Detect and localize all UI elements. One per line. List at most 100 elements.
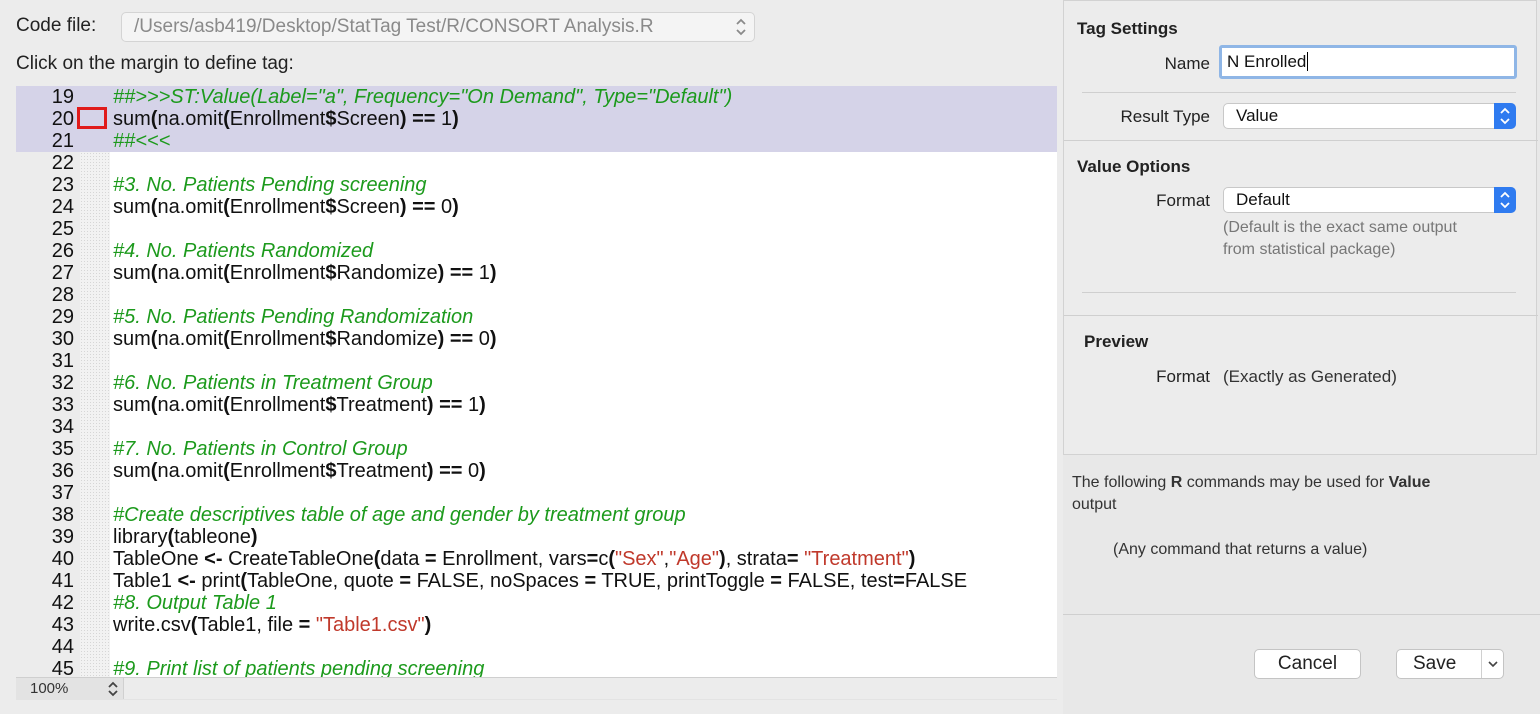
tag-settings-pane: Tag Settings Name N Enrolled Result Type… <box>1063 0 1540 714</box>
code-token: na.omit <box>157 394 224 416</box>
code-token: <- <box>204 548 223 570</box>
code-file-path: /Users/asb419/Desktop/StatTag Test/R/CON… <box>134 16 654 37</box>
tag-settings-title: Tag Settings <box>1077 19 1178 38</box>
code-token: Table1, file <box>197 614 299 636</box>
code-token: write.csv <box>113 614 191 636</box>
code-token: Treatment <box>336 460 427 482</box>
code-token: ) <box>399 108 407 130</box>
code-line: 31 <box>16 350 1057 372</box>
code-line: 44 <box>16 636 1057 658</box>
code-token: Enrollment <box>229 328 326 350</box>
code-token: FALSE <box>904 570 968 592</box>
code-token: ) <box>489 328 497 350</box>
code-token: Enrollment <box>229 460 326 482</box>
cancel-button[interactable]: Cancel <box>1254 649 1361 679</box>
code-text: Table1 <- print(TableOne, quote = FALSE,… <box>113 570 967 592</box>
code-line: 39 library(tableone) <box>16 526 1057 548</box>
code-token: ( <box>223 328 230 350</box>
line-number: 42 <box>51 592 74 614</box>
split-divider <box>1481 650 1482 678</box>
code-token: Enrollment, vars <box>436 548 587 570</box>
line-number: 38 <box>51 504 74 526</box>
line-number: 44 <box>51 636 74 658</box>
format-label: Format <box>1156 191 1210 210</box>
code-token: CreateTableOne <box>222 548 374 570</box>
chevron-down-icon[interactable] <box>1487 659 1499 669</box>
line-number: 37 <box>51 482 74 504</box>
code-token: Randomize <box>336 328 438 350</box>
code-line: 29 #5. No. Patients Pending Randomization <box>16 306 1057 328</box>
code-token: = <box>786 548 799 570</box>
zoom-level: 100% <box>30 680 69 697</box>
code-line: 37 <box>16 482 1057 504</box>
code-token: "Sex" <box>614 548 664 570</box>
code-token: ( <box>223 394 230 416</box>
margin-hint: Click on the margin to define tag: <box>16 53 294 74</box>
code-token: ) <box>250 526 258 548</box>
code-token: Table1 <box>113 570 178 592</box>
code-token: ) <box>719 548 726 570</box>
code-token: Enrollment <box>229 394 326 416</box>
code-file-select[interactable]: /Users/asb419/Desktop/StatTag Test/R/CON… <box>121 12 755 42</box>
name-input[interactable]: N Enrolled <box>1219 45 1517 79</box>
code-token: na.omit <box>157 328 224 350</box>
zoom-stepper-icon[interactable] <box>106 679 120 699</box>
code-line: 43 write.csv(Table1, file = "Table1.csv") <box>16 614 1057 636</box>
name-value: N Enrolled <box>1227 52 1307 71</box>
code-token: == <box>449 328 474 350</box>
code-line: 23 #3. No. Patients Pending screening <box>16 174 1057 196</box>
format-value: Default <box>1236 190 1290 209</box>
code-text: #8. Output Table 1 <box>113 592 277 614</box>
value-options-title: Value Options <box>1077 157 1191 176</box>
divider <box>1064 315 1538 316</box>
code-token: Enrollment <box>229 262 326 284</box>
line-number: 32 <box>51 372 74 394</box>
code-token: = <box>399 570 412 592</box>
horizontal-scrollbar[interactable] <box>123 678 1058 699</box>
code-line: 38 #Create descriptives table of age and … <box>16 504 1057 526</box>
code-token: tableone <box>174 526 251 548</box>
code-token: #4. No. Patients Randomized <box>113 240 374 262</box>
code-token: 0 <box>473 328 490 350</box>
code-token: ) <box>479 394 486 416</box>
code-line: 27 sum(na.omit(Enrollment$Randomize) == 1… <box>16 262 1057 284</box>
help-suffix: output <box>1072 496 1117 513</box>
code-line: 22 <box>16 152 1057 174</box>
code-text: ##<<< <box>113 130 170 152</box>
save-button[interactable]: Save <box>1396 649 1504 679</box>
code-text: ##>>>ST:Value(Label="a", Frequency="On D… <box>113 86 732 108</box>
line-number: 33 <box>51 394 74 416</box>
code-token: Enrollment <box>229 108 326 130</box>
line-number: 21 <box>51 130 74 152</box>
code-token: == <box>439 394 463 416</box>
code-token: TableOne <box>113 548 205 570</box>
code-line: 35 #7. No. Patients in Control Group <box>16 438 1057 460</box>
code-token: = <box>424 548 437 570</box>
code-line: 21 ##<<< <box>16 130 1057 152</box>
divider <box>1082 292 1516 293</box>
code-token: ( <box>223 460 230 482</box>
code-line: 24 sum(na.omit(Enrollment$Screen) == 0) <box>16 196 1057 218</box>
result-type-select[interactable]: Value <box>1223 103 1516 129</box>
line-number: 27 <box>51 262 74 284</box>
selected-margin-marker <box>77 107 107 129</box>
line-number: 36 <box>51 460 74 482</box>
code-token: $ <box>325 196 337 218</box>
code-token: FALSE, noSpaces <box>411 570 585 592</box>
line-number: 19 <box>51 86 74 108</box>
format-select[interactable]: Default <box>1223 187 1516 213</box>
code-text: write.csv(Table1, file = "Table1.csv") <box>113 614 431 636</box>
code-editor[interactable]: 19 ##>>>ST:Value(Label="a", Frequency="On… <box>16 86 1057 677</box>
line-number: 30 <box>51 328 74 350</box>
name-label: Name <box>1164 54 1210 73</box>
format-hint-line1: (Default is the exact same output <box>1223 219 1457 236</box>
code-token: ) <box>489 262 497 284</box>
line-number: 31 <box>51 350 74 372</box>
code-token: #7. No. Patients in Control Group <box>113 438 408 460</box>
code-line: 28 <box>16 284 1057 306</box>
editor-statusbar: 100% <box>16 677 1058 700</box>
code-token: ) <box>452 108 459 130</box>
code-token: Enrollment <box>229 196 326 218</box>
code-token: 1 <box>435 108 453 130</box>
code-text: sum(na.omit(Enrollment$Screen) == 1) <box>113 108 459 130</box>
